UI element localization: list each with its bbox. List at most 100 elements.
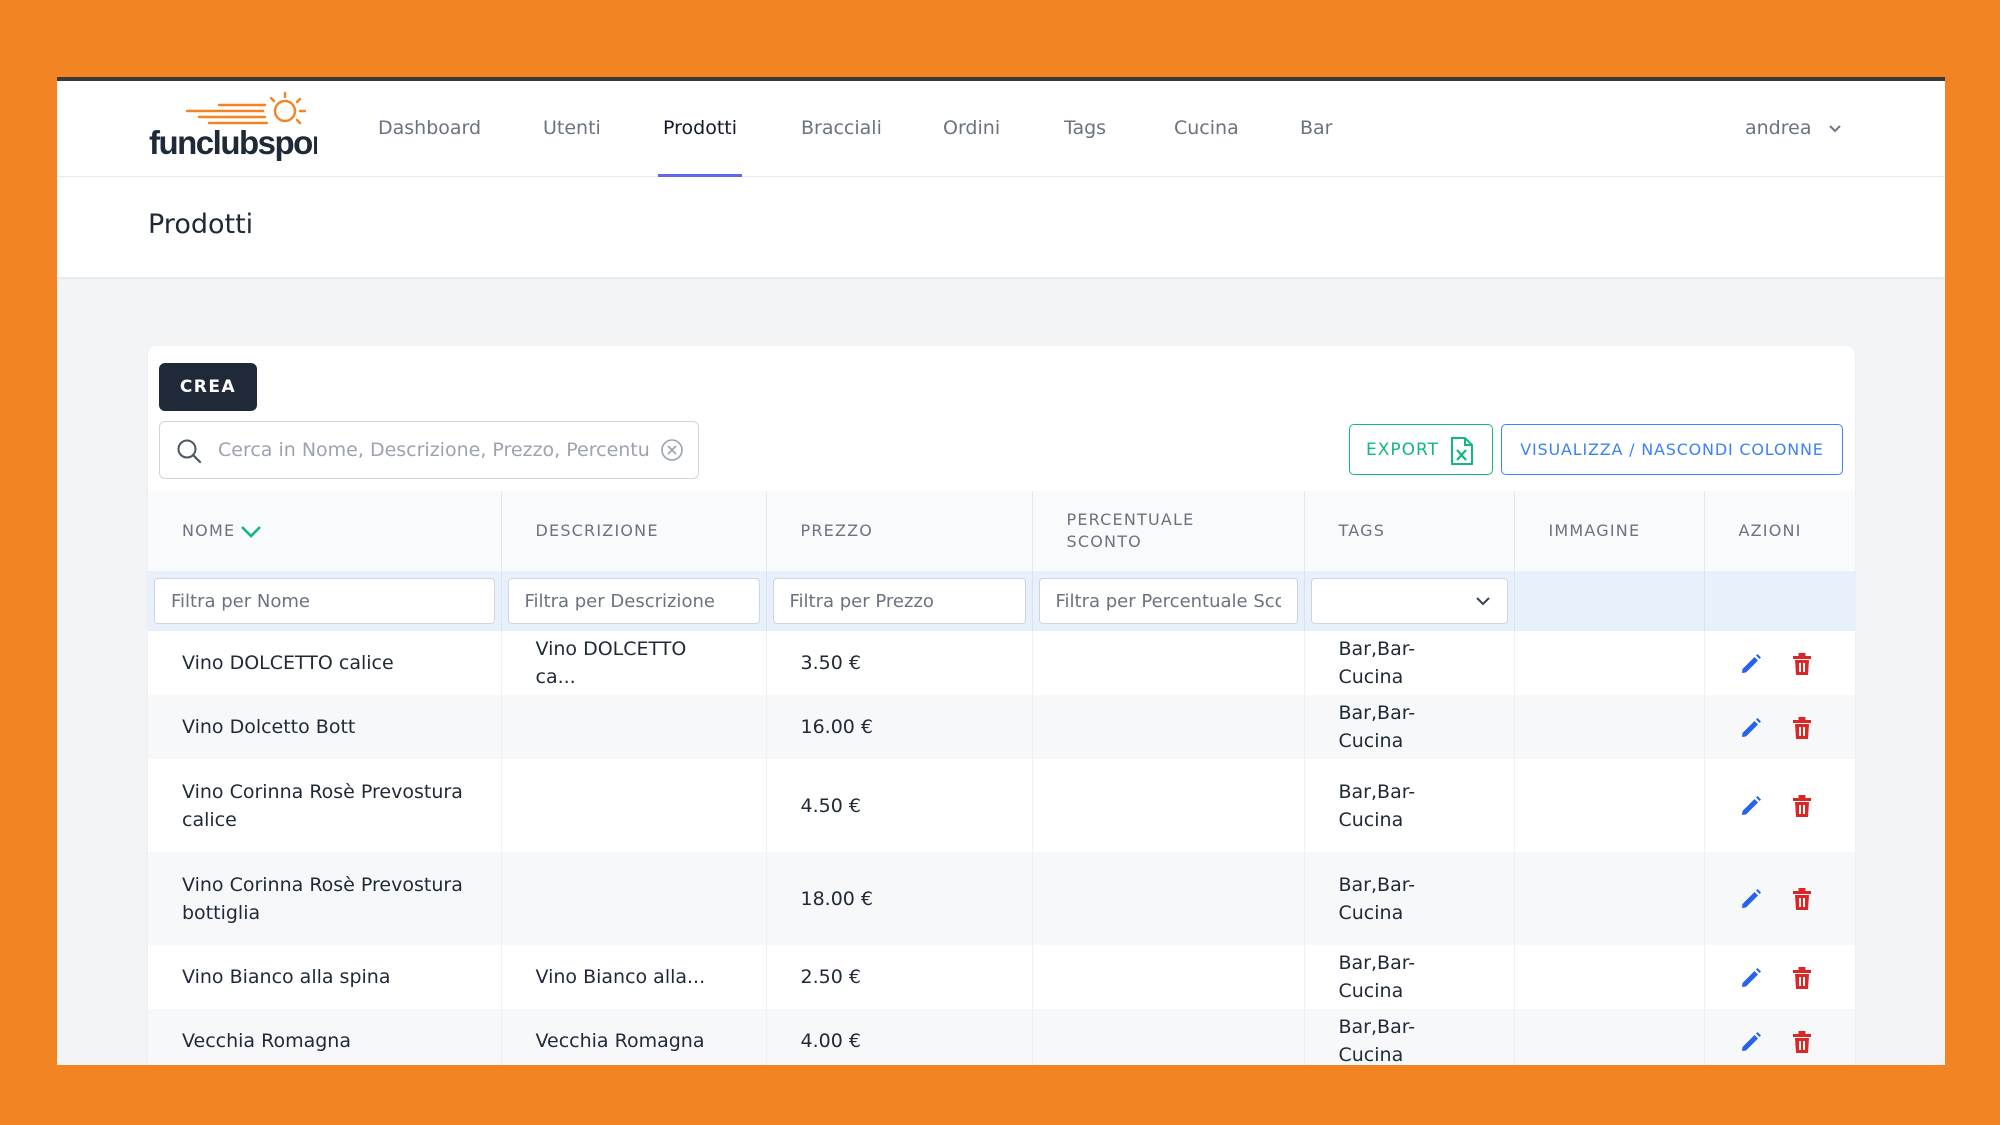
page-header: Prodotti — [57, 177, 1945, 277]
cell-prezzo: 2.50 € — [766, 945, 1033, 1009]
column-header-percentuale-sconto[interactable]: PERCENTUALE SCONTO — [1032, 491, 1305, 571]
nav-item-prodotti[interactable]: Prodotti — [657, 81, 743, 177]
top-navbar: funclubsport Dashboard Utenti Prodotti B… — [57, 81, 1945, 177]
table-row: Vino Bianco alla spina Vino Bianco alla.… — [148, 945, 1855, 1009]
cell-tags: Bar,Bar-Cucina — [1304, 631, 1515, 695]
cell-sconto — [1032, 1009, 1305, 1065]
table-row: Vino Dolcetto Bott 16.00 € Bar,Bar-Cucin… — [148, 695, 1855, 759]
trash-icon[interactable] — [1791, 887, 1813, 911]
cell-descrizione: Vino Bianco alla... — [501, 945, 767, 1009]
pencil-icon[interactable] — [1739, 716, 1763, 740]
cell-sconto — [1032, 631, 1305, 695]
filter-nome-input[interactable] — [154, 578, 495, 624]
cell-tags: Bar,Bar-Cucina — [1304, 695, 1515, 759]
page-title: Prodotti — [148, 209, 254, 240]
create-button[interactable]: CREA — [159, 363, 257, 411]
cell-azioni — [1704, 852, 1855, 945]
cell-nome: Vino Corinna Rosè Prevostura calice — [148, 759, 502, 852]
pencil-icon[interactable] — [1739, 887, 1763, 911]
pencil-icon[interactable] — [1739, 966, 1763, 990]
funclubsport-logo[interactable]: funclubsport — [147, 87, 317, 169]
filter-row — [148, 571, 1855, 631]
trash-icon[interactable] — [1791, 794, 1813, 818]
cell-nome: Vino Dolcetto Bott — [148, 695, 502, 759]
nav-item-cucina[interactable]: Cucina — [1174, 81, 1239, 176]
cell-prezzo: 16.00 € — [766, 695, 1033, 759]
cell-prezzo: 18.00 € — [766, 852, 1033, 945]
app-window: funclubsport Dashboard Utenti Prodotti B… — [57, 77, 1945, 1065]
search-input[interactable] — [216, 432, 652, 468]
user-name: andrea — [1745, 117, 1812, 139]
cell-prezzo: 3.50 € — [766, 631, 1033, 695]
cell-nome: Vino Corinna Rosè Prevostura bottiglia — [148, 852, 502, 945]
cell-tags: Bar,Bar-Cucina — [1304, 1009, 1515, 1065]
column-header-azioni: AZIONI — [1704, 491, 1855, 571]
export-label: EXPORT — [1366, 439, 1439, 460]
products-table: NOME DESCRIZIONE PREZZO PERCENTUALE SCON… — [148, 491, 1855, 1065]
cell-descrizione: Vino DOLCETTO ca... — [501, 631, 767, 695]
cell-azioni — [1704, 759, 1855, 852]
nav-item-bar[interactable]: Bar — [1300, 81, 1333, 176]
cell-immagine — [1514, 759, 1705, 852]
pencil-icon[interactable] — [1739, 794, 1763, 818]
column-header-descrizione[interactable]: DESCRIZIONE — [501, 491, 767, 571]
filter-descrizione-input[interactable] — [507, 578, 760, 624]
cell-immagine — [1514, 631, 1705, 695]
cell-sconto — [1032, 695, 1305, 759]
cell-nome: Vino Bianco alla spina — [148, 945, 502, 1009]
chevron-down-icon — [1475, 597, 1490, 606]
cell-tags: Bar,Bar-Cucina — [1304, 945, 1515, 1009]
cell-descrizione: Vecchia Romagna — [501, 1009, 767, 1065]
column-header-prezzo[interactable]: PREZZO — [766, 491, 1033, 571]
cell-immagine — [1514, 945, 1705, 1009]
products-card: CREA EXPORT VISUALIZZA / NASCONDI COLONN… — [148, 346, 1855, 1065]
column-header-tags[interactable]: TAGS — [1304, 491, 1515, 571]
pencil-icon[interactable] — [1739, 1030, 1763, 1054]
chevron-down-icon — [1828, 124, 1841, 132]
toggle-columns-button[interactable]: VISUALIZZA / NASCONDI COLONNE — [1501, 424, 1843, 475]
nav-item-bracciali[interactable]: Bracciali — [801, 81, 882, 176]
trash-icon[interactable] — [1791, 652, 1813, 676]
nav-item-tags[interactable]: Tags — [1064, 81, 1106, 176]
user-menu[interactable]: andrea — [1745, 81, 1842, 176]
nav-item-utenti[interactable]: Utenti — [543, 81, 601, 176]
export-button[interactable]: EXPORT — [1349, 424, 1493, 475]
cell-azioni — [1704, 631, 1855, 695]
logo-text-fun: funclubsport — [149, 124, 317, 161]
cell-prezzo: 4.00 € — [766, 1009, 1033, 1065]
trash-icon[interactable] — [1791, 966, 1813, 990]
cell-sconto — [1032, 852, 1305, 945]
chevron-down-icon[interactable] — [239, 524, 263, 540]
pencil-icon[interactable] — [1739, 652, 1763, 676]
cell-tags: Bar,Bar-Cucina — [1304, 759, 1515, 852]
filter-tags-select[interactable] — [1310, 578, 1508, 624]
table-row: Vino Corinna Rosè Prevostura bottiglia 1… — [148, 852, 1855, 945]
nav-item-dashboard[interactable]: Dashboard — [378, 81, 481, 176]
filter-sconto-input[interactable] — [1038, 578, 1298, 624]
cell-tags: Bar,Bar-Cucina — [1304, 852, 1515, 945]
cell-azioni — [1704, 945, 1855, 1009]
cell-nome: Vino DOLCETTO calice — [148, 631, 502, 695]
trash-icon[interactable] — [1791, 1030, 1813, 1054]
cell-descrizione — [501, 852, 767, 945]
search-box[interactable] — [159, 421, 699, 479]
clear-icon[interactable] — [660, 438, 684, 462]
column-header-immagine[interactable]: IMMAGINE — [1514, 491, 1705, 571]
table-row: Vino Corinna Rosè Prevostura calice 4.50… — [148, 759, 1855, 852]
cell-azioni — [1704, 1009, 1855, 1065]
cell-immagine — [1514, 1009, 1705, 1065]
nav-item-ordini[interactable]: Ordini — [943, 81, 1000, 176]
cell-descrizione — [501, 695, 767, 759]
search-icon — [177, 439, 202, 464]
cell-immagine — [1514, 695, 1705, 759]
cell-descrizione — [501, 759, 767, 852]
trash-icon[interactable] — [1791, 716, 1813, 740]
table-header-row: NOME DESCRIZIONE PREZZO PERCENTUALE SCON… — [148, 491, 1855, 571]
cell-azioni — [1704, 695, 1855, 759]
cell-nome: Vecchia Romagna — [148, 1009, 502, 1065]
column-header-nome[interactable]: NOME — [148, 491, 502, 571]
cell-prezzo: 4.50 € — [766, 759, 1033, 852]
filter-prezzo-input[interactable] — [772, 578, 1026, 624]
cell-immagine — [1514, 852, 1705, 945]
table-row: Vino DOLCETTO calice Vino DOLCETTO ca...… — [148, 631, 1855, 695]
